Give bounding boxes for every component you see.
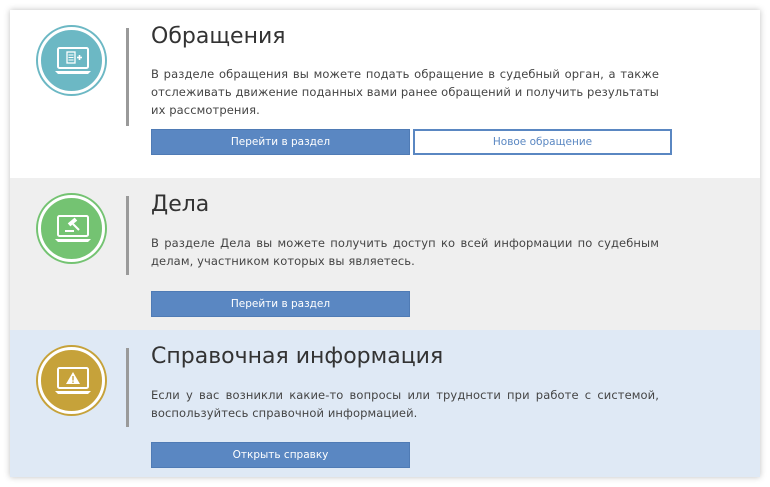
cases-go-to-section-button[interactable]: Перейти в раздел [151,291,410,317]
section-description: Если у вас возникли какие-то вопросы или… [151,388,659,420]
section-description: В разделе обращения вы можете подать обр… [151,67,659,117]
laptop-gavel-icon [38,195,105,262]
section-divider [126,196,129,275]
laptop-document-plus-icon [38,27,105,94]
section-divider [126,348,129,427]
open-help-button[interactable]: Открыть справку [151,442,410,468]
section-title: Справочная информация [151,344,444,369]
section-divider [126,28,129,126]
section-description: В разделе Дела вы можете получить доступ… [151,236,659,268]
new-appeal-button[interactable]: Новое обращение [413,129,672,155]
laptop-warning-icon [38,347,105,414]
section-appeals: Обращения В разделе обращения вы можете … [10,10,760,178]
section-reference: Справочная информация Если у вас возникл… [10,330,760,477]
appeals-go-to-section-button[interactable]: Перейти в раздел [151,129,410,155]
section-title: Обращения [151,24,286,49]
section-cases: Дела В разделе Дела вы можете получить д… [10,178,760,330]
main-panel: Обращения В разделе обращения вы можете … [10,10,760,477]
section-title: Дела [151,192,210,217]
